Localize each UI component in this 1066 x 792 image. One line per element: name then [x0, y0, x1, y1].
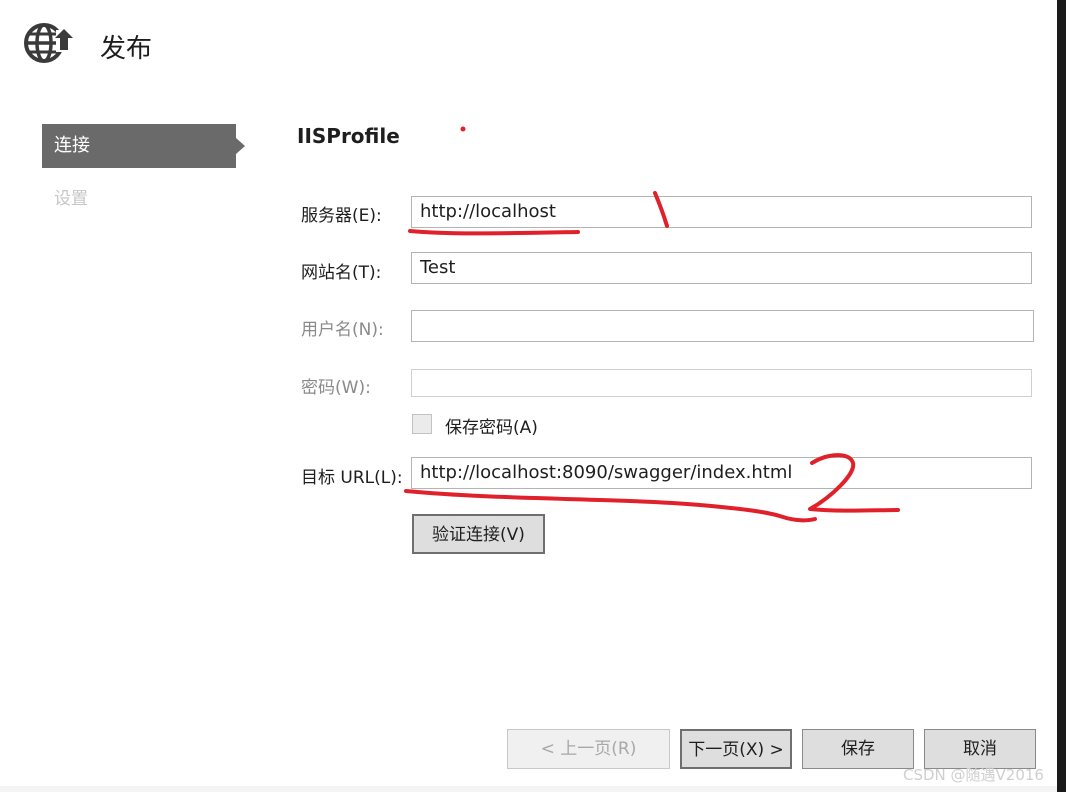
window-bottom-strip	[0, 786, 1057, 792]
password-input[interactable]	[411, 369, 1032, 397]
password-label: 密码(W):	[301, 378, 371, 398]
site-label: 网站名(T):	[301, 263, 382, 283]
nav-active-arrow	[236, 138, 245, 154]
username-input[interactable]	[411, 310, 1034, 342]
server-label: 服务器(E):	[301, 206, 382, 226]
save-button[interactable]: 保存	[802, 729, 914, 769]
profile-title: IISProfile	[297, 124, 400, 148]
site-name-input[interactable]: Test	[411, 252, 1032, 284]
save-password-label: 保存密码(A)	[445, 418, 538, 438]
verify-connection-button[interactable]: 验证连接(V)	[412, 514, 545, 554]
cancel-button[interactable]: 取消	[924, 729, 1036, 769]
username-label: 用户名(N):	[301, 320, 384, 340]
server-input[interactable]: http://localhost	[411, 196, 1032, 228]
target-url-input[interactable]: http://localhost:8090/swagger/index.html	[411, 457, 1032, 489]
next-button[interactable]: 下一页(X) >	[680, 729, 792, 769]
previous-button[interactable]: < 上一页(R)	[507, 729, 670, 769]
nav-item-settings[interactable]: 设置	[54, 184, 88, 209]
annotation-underline-1	[408, 229, 580, 236]
annotation-dot	[460, 126, 466, 132]
target-url-label: 目标 URL(L):	[301, 468, 403, 488]
save-password-checkbox[interactable]	[412, 414, 432, 434]
watermark: CSDN @随遇V2016	[903, 766, 1044, 784]
nav-item-connection[interactable]: 连接	[42, 124, 236, 168]
window-edge	[1057, 0, 1066, 792]
page-title: 发布	[100, 34, 153, 64]
globe-publish-icon	[24, 23, 74, 63]
